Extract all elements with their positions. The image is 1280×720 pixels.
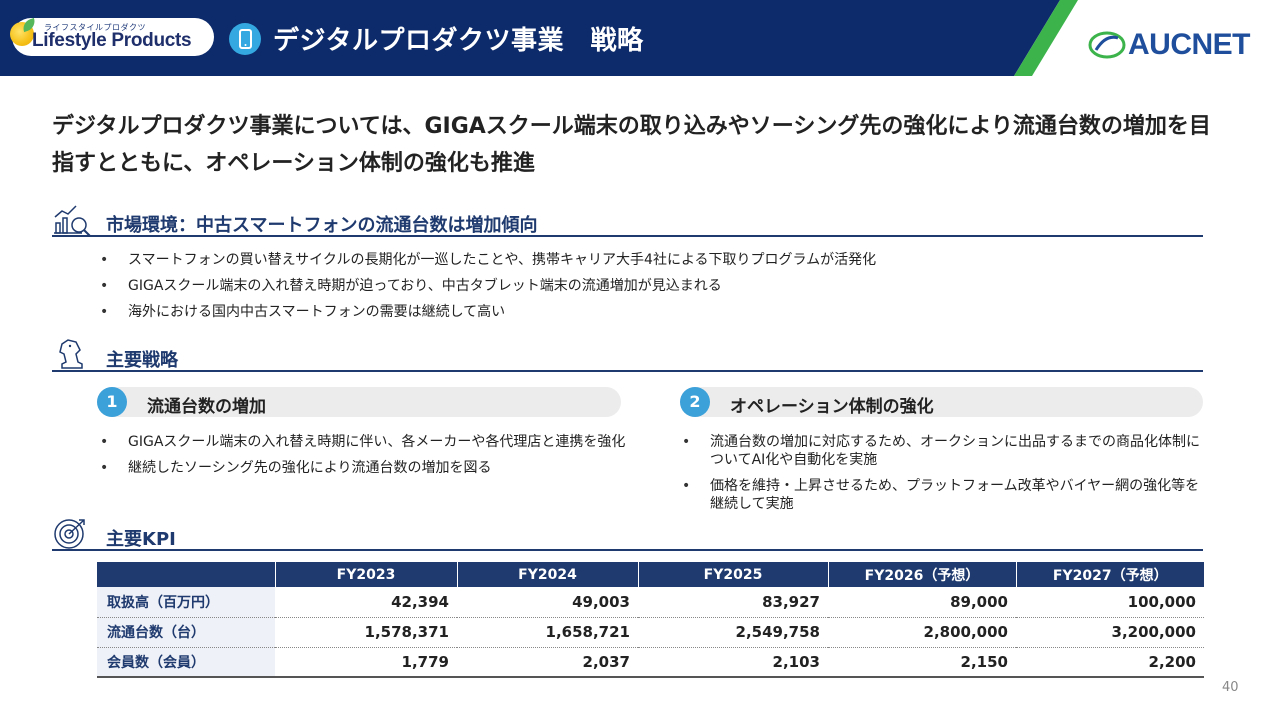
list-item: GIGAスクール端末の入れ替え時期が迫っており、中古タブレット端末の流通増加が見… — [96, 277, 1206, 295]
table-row-label: 流通台数（台） — [97, 617, 275, 648]
list-item: スマートフォンの買い替えサイクルの長期化が一巡したことや、携帯キャリア大手4社に… — [96, 251, 1206, 269]
table-header-cell: FY2027（予想） — [1015, 562, 1204, 587]
table-row-label: 取扱高（百万円） — [97, 587, 275, 618]
list-item: GIGAスクール端末の入れ替え時期に伴い、各メーカーや各代理店と連携を強化 — [96, 433, 636, 451]
lead-statement: デジタルプロダクツ事業については、GIGAスクール端末の取り込みやソーシング先の… — [52, 114, 1211, 176]
table-cell: 2,800,000 — [828, 617, 1016, 648]
table-row: 流通台数（台） 1,578,371 1,658,721 2,549,758 2,… — [97, 617, 1204, 648]
aucnet-logo-icon — [1088, 31, 1126, 59]
table-cell: 89,000 — [828, 587, 1016, 618]
table-cell: 2,150 — [828, 647, 1016, 678]
table-row-label: 会員数（会員） — [97, 647, 275, 678]
strategy-item-2-header: 2 オペレーション体制の強化 — [680, 387, 1203, 417]
table-cell: 83,927 — [638, 587, 828, 618]
list-item: 継続したソーシング先の強化により流通台数の増加を図る — [96, 459, 636, 477]
table-header-cell: FY2025 — [637, 562, 828, 587]
strategy-item-label: 流通台数の増加 — [147, 397, 266, 417]
table-cell: 2,103 — [638, 647, 828, 678]
header-band: ライフスタイルプロダクツ Lifestyle Products デジタルプロダク… — [0, 0, 1280, 76]
list-item: 流通台数の増加に対応するため、オークションに出品するまでの商品化体制についてAI… — [678, 433, 1208, 469]
kpi-section-header: 主要KPI — [52, 517, 1203, 551]
strategy-item-1-header: 1 流通台数の増加 — [97, 387, 621, 417]
page-title: デジタルプロダクツ事業 戦略 — [273, 26, 644, 56]
strategy-section-title: 主要戦略 — [106, 350, 178, 371]
list-item: 海外における国内中古スマートフォンの需要は継続して高い — [96, 303, 1206, 321]
table-row: 会員数（会員） 1,779 2,037 2,103 2,150 2,200 — [97, 647, 1204, 678]
target-icon — [54, 519, 85, 549]
table-cell: 49,003 — [457, 587, 638, 618]
logo-main-text: Lifestyle Products — [32, 30, 192, 51]
table-cell: 3,200,000 — [1016, 617, 1204, 648]
kpi-section-title: 主要KPI — [106, 529, 176, 550]
chess-knight-icon — [59, 339, 83, 369]
table-header-cell — [97, 562, 275, 587]
table-cell: 2,549,758 — [638, 617, 828, 648]
list-item: 価格を維持・上昇させるため、プラットフォーム改革やバイヤー網の強化等を継続して実… — [678, 477, 1208, 513]
table-header-cell: FY2023 — [274, 562, 457, 587]
table-cell: 42,394 — [275, 587, 457, 618]
market-chart-icon — [54, 205, 91, 237]
market-section-title: 市場環境：中古スマートフォンの流通台数は増加傾向 — [106, 215, 538, 236]
strategy-section-header: 主要戦略 — [52, 338, 1203, 372]
smartphone-icon — [229, 23, 261, 55]
page-number: 40 — [1222, 680, 1239, 695]
strategy-number-badge: 1 — [97, 387, 127, 417]
table-cell: 1,658,721 — [457, 617, 638, 648]
strategy-1-bullet-list: GIGAスクール端末の入れ替え時期に伴い、各メーカーや各代理店と連携を強化 継続… — [96, 433, 636, 485]
table-row: 取扱高（百万円） 42,394 49,003 83,927 89,000 100… — [97, 587, 1204, 618]
table-header-row: FY2023 FY2024 FY2025 FY2026（予想） FY2027（予… — [97, 562, 1204, 587]
table-cell: 2,037 — [457, 647, 638, 678]
market-section-header: 市場環境：中古スマートフォンの流通台数は増加傾向 — [52, 203, 1203, 237]
table-cell: 2,200 — [1016, 647, 1204, 678]
table-header-cell: FY2024 — [456, 562, 638, 587]
table-header-cell: FY2026（予想） — [827, 562, 1016, 587]
kpi-table: FY2023 FY2024 FY2025 FY2026（予想） FY2027（予… — [97, 562, 1204, 678]
table-cell: 1,779 — [275, 647, 457, 678]
table-cell: 1,578,371 — [275, 617, 457, 648]
table-cell: 100,000 — [1016, 587, 1204, 618]
aucnet-brand-text: AUCNET — [1128, 28, 1251, 61]
strategy-number-badge: 2 — [680, 387, 710, 417]
strategy-2-bullet-list: 流通台数の増加に対応するため、オークションに出品するまでの商品化体制についてAI… — [678, 433, 1208, 521]
market-bullet-list: スマートフォンの買い替えサイクルの長期化が一巡したことや、携帯キャリア大手4社に… — [96, 251, 1206, 329]
strategy-item-label: オペレーション体制の強化 — [730, 397, 934, 417]
